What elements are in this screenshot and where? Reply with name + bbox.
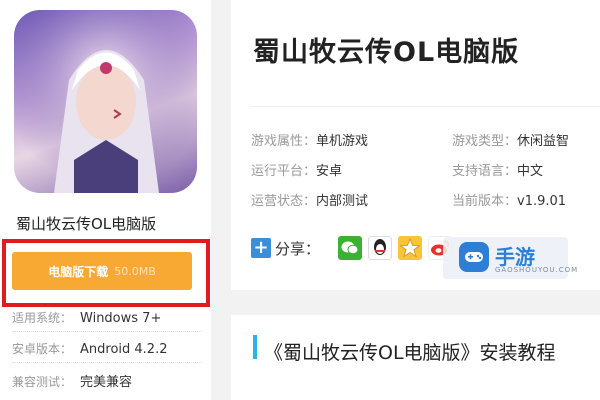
divider bbox=[251, 106, 600, 107]
attr-label: 运行平台： bbox=[251, 164, 317, 179]
qq-icon[interactable] bbox=[368, 236, 393, 260]
app-title: 蜀山牧云传OL电脑版 bbox=[16, 215, 157, 233]
watermark-url: GAOSHOUYOU.COM bbox=[495, 266, 579, 274]
attr-value: v1.9.01 bbox=[517, 194, 567, 209]
share-row: + 分享： bbox=[251, 236, 458, 260]
spec-system: 适用系统： Windows 7+ bbox=[12, 309, 161, 326]
attr-label: 支持语言： bbox=[452, 164, 518, 179]
page-title: 蜀山牧云传OL电脑版 bbox=[253, 37, 520, 68]
attr-game-type: 游戏类型：休闲益智 bbox=[452, 130, 569, 149]
attr-label: 运营状态： bbox=[251, 194, 317, 209]
attr-version: 当前版本：v1.9.01 bbox=[452, 190, 566, 209]
spec-value: 完美兼容 bbox=[80, 375, 133, 390]
attr-status: 运营状态：内部测试 bbox=[251, 190, 368, 209]
attr-value: 中文 bbox=[517, 164, 544, 179]
attr-label: 游戏属性： bbox=[251, 134, 317, 149]
section-title: 《蜀山牧云传OL电脑版》安装教程 bbox=[264, 342, 556, 364]
attr-value: 单机游戏 bbox=[316, 134, 369, 149]
divider bbox=[12, 362, 202, 363]
wechat-icon[interactable] bbox=[338, 236, 363, 260]
spec-label: 兼容测试： bbox=[12, 375, 73, 389]
divider bbox=[12, 331, 202, 332]
attr-platform: 运行平台：安卓 bbox=[251, 160, 342, 179]
spec-value: Windows 7+ bbox=[80, 311, 162, 326]
spec-compat: 兼容测试： 完美兼容 bbox=[12, 371, 132, 390]
share-label: 分享： bbox=[275, 239, 321, 258]
attr-label: 游戏类型： bbox=[452, 134, 518, 149]
section-accent-bar bbox=[253, 335, 257, 359]
spec-value: Android 4.2.2 bbox=[80, 342, 168, 357]
tutorial-section: 《蜀山牧云传OL电脑版》安装教程 bbox=[231, 315, 600, 400]
attr-language: 支持语言：中文 bbox=[452, 160, 543, 179]
spec-label: 安卓版本： bbox=[12, 342, 73, 356]
share-plus-icon[interactable]: + bbox=[251, 238, 271, 258]
attr-game-property: 游戏属性：单机游戏 bbox=[251, 130, 368, 149]
download-label: 电脑版下载 bbox=[48, 264, 109, 279]
attr-value: 安卓 bbox=[316, 164, 343, 179]
download-size: 50.0MB bbox=[114, 264, 156, 278]
site-watermark: 手游 GAOSHOUYOU.COM bbox=[443, 237, 577, 279]
attr-label: 当前版本： bbox=[452, 194, 518, 209]
gamepad-icon bbox=[459, 242, 489, 272]
app-icon[interactable] bbox=[14, 10, 197, 193]
qzone-icon[interactable] bbox=[398, 236, 423, 260]
attr-value: 休闲益智 bbox=[517, 134, 570, 149]
spec-label: 适用系统： bbox=[12, 311, 73, 325]
attr-value: 内部测试 bbox=[316, 194, 369, 209]
app-sidebar: 蜀山牧云传OL电脑版 电脑版下载 50.0MB 适用系统： Windows 7+ … bbox=[0, 0, 211, 400]
pc-download-button[interactable]: 电脑版下载 50.0MB bbox=[12, 252, 192, 290]
spec-android: 安卓版本： Android 4.2.2 bbox=[12, 340, 168, 357]
